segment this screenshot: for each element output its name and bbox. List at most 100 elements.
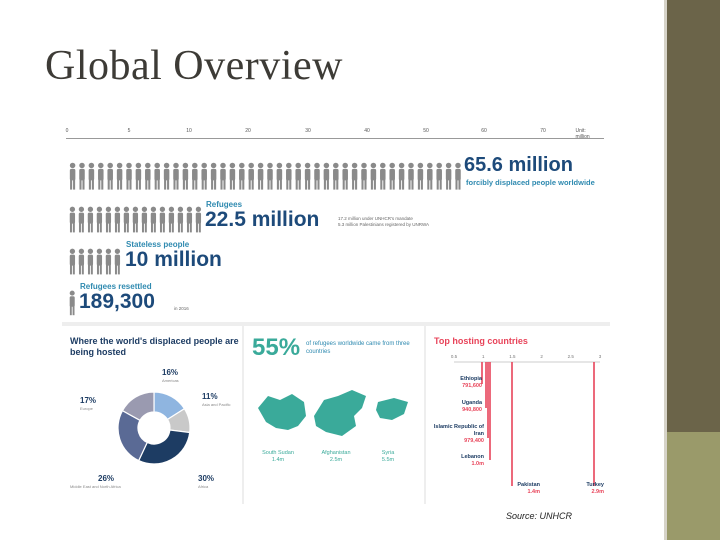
host-country-label: Uganda 940,800 (428, 400, 482, 414)
origin-country-label: Syria 5.5m (370, 450, 406, 464)
person-icon (69, 162, 76, 190)
region-americas: Americas (162, 378, 179, 383)
hosting-panel: Top hosting countries 0.5 1 1.5 2 2.5 3 Ethio… (426, 326, 610, 504)
host-value: 791,600 (462, 383, 482, 389)
scale-tick-label: 20 (245, 128, 251, 134)
hosting-tick-label: 2 (540, 354, 543, 359)
person-icon (351, 162, 358, 190)
scale-bar: 0 5 10 20 30 40 50 60 70 Unit: million (62, 124, 610, 144)
person-icon (295, 162, 301, 190)
pct-africa: 30% (198, 474, 215, 483)
person-icon (105, 206, 112, 233)
host-name: Ethiopia (460, 376, 482, 382)
person-icon (436, 162, 442, 190)
host-value: 1.0m (471, 461, 484, 467)
host-name: Turkey (586, 482, 604, 488)
person-icon (163, 162, 170, 190)
person-icon (195, 206, 202, 233)
resettled-note: in 2016 (174, 306, 189, 311)
person-icon (220, 162, 226, 190)
person-icon (177, 206, 184, 233)
host-name: Lebanon (461, 454, 484, 460)
person-icon (87, 206, 94, 233)
host-country-label: Ethiopia 791,600 (428, 376, 482, 390)
hosting-tick-label: 1 (482, 354, 485, 359)
person-icon (210, 162, 217, 190)
person-icon (304, 162, 311, 190)
host-value: 2.9m (591, 489, 604, 495)
host-value: 1.4m (527, 489, 540, 495)
person-icon (186, 206, 193, 233)
person-icon (114, 248, 121, 275)
person-icon (69, 248, 76, 275)
host-country-label: Turkey 2.9m (550, 482, 604, 496)
person-icon (257, 162, 264, 190)
person-icon (248, 162, 254, 190)
person-icon (78, 206, 85, 233)
host-name: Pakistan (517, 482, 540, 488)
origin-value: 2.5m (329, 457, 343, 463)
person-icon (192, 162, 198, 190)
person-icon (398, 162, 405, 190)
person-icon (389, 162, 395, 190)
person-icon (78, 248, 85, 275)
region-middle-east: Middle East and North Africa (70, 484, 121, 489)
person-icon (286, 162, 292, 190)
person-icon (79, 162, 85, 190)
scale-tick-label: 5 (127, 128, 131, 134)
origin-name: Syria (381, 450, 395, 456)
person-icon (150, 206, 157, 233)
region-europe: Europe (80, 406, 93, 411)
person-icon (126, 162, 132, 190)
country-maps (258, 390, 408, 436)
host-country-label: Lebanon 1.0m (428, 454, 484, 468)
person-icon (408, 162, 414, 190)
person-icon (361, 162, 367, 190)
region-africa: Africa (198, 484, 209, 489)
host-value: 940,800 (462, 407, 482, 413)
person-icon (201, 162, 207, 190)
people-icon-row-total (69, 162, 461, 190)
hosting-tick-label: 0.5 (451, 354, 458, 359)
person-icon (105, 248, 112, 275)
people-icon-row-stateless (69, 248, 121, 275)
person-icon (323, 162, 330, 190)
host-country-label: Pakistan 1.4m (486, 482, 540, 496)
total-displaced-value: 65.6 million (464, 154, 573, 176)
person-icon (154, 162, 160, 190)
person-icon (380, 162, 386, 190)
person-icon (116, 162, 123, 190)
people-icon-row-refugees (69, 206, 202, 233)
person-icon (69, 290, 75, 316)
person-icon (267, 162, 273, 190)
scale-tick-label: 0 (65, 128, 69, 134)
refugees-note: 17.2 million under UNHCR's mandate 5.3 m… (338, 216, 430, 227)
person-icon (98, 162, 104, 190)
host-country-label: Islamic Republic of Iran 979,400 (428, 424, 484, 445)
person-icon (239, 162, 245, 190)
origin-name: Afghanistan (321, 450, 351, 456)
syria-map (376, 398, 408, 420)
pct-middle-east: 26% (98, 474, 115, 483)
hosting-tick-label: 3 (599, 354, 602, 359)
refugees-value: 22.5 million (205, 208, 320, 231)
person-icon (229, 162, 236, 190)
origins-text: of refugees worldwide came from three co… (306, 341, 410, 355)
hosted-panel: Where the world's displaced people are b… (62, 326, 242, 504)
person-icon (455, 162, 461, 190)
donut-segment (117, 409, 148, 462)
origin-name: South Sudan (262, 450, 294, 456)
person-icon (445, 162, 452, 190)
person-icon (417, 162, 424, 190)
hosting-tick-label: 1.5 (509, 354, 516, 359)
resettled-value: 189,300 (79, 290, 155, 313)
scale-tick-label: 30 (305, 128, 311, 134)
person-icon (168, 206, 175, 233)
pct-europe: 17% (80, 396, 97, 405)
afghanistan-map (314, 390, 366, 436)
region-asia-pacific: Asia and Pacific (202, 402, 231, 407)
person-icon (370, 162, 377, 190)
scale-tick-label: 60 (481, 128, 487, 134)
hosted-title: Where the world's displaced people are b… (70, 336, 239, 357)
south-sudan-map (258, 394, 306, 430)
